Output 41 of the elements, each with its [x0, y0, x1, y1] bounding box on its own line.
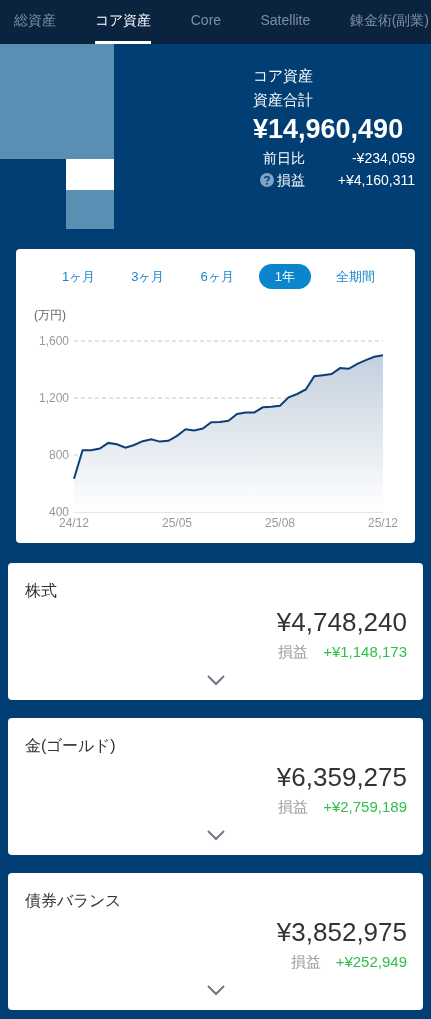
y-tick-label: 400: [48, 505, 69, 519]
tab[interactable]: Satellite: [260, 0, 311, 44]
help-icon[interactable]: [260, 173, 274, 187]
y-tick-label: 800: [48, 448, 69, 462]
tab[interactable]: 錬金術(副業): [349, 0, 429, 44]
axis-unit: (万円): [34, 307, 67, 323]
x-tick-label: 25/08: [265, 516, 295, 530]
row-label: 損益: [277, 171, 305, 190]
profit-label: 損益: [278, 797, 309, 817]
profit-value: +¥1,148,173: [323, 642, 407, 662]
x-tick-label: 25/05: [162, 516, 192, 530]
category-name: 株式: [25, 581, 58, 601]
profit-label: 損益: [278, 642, 309, 662]
category-amount: ¥6,359,275: [275, 761, 407, 794]
y-tick-label: 1,600: [38, 334, 69, 348]
category-name: 債券バランス: [25, 891, 122, 911]
profit-value: +¥252,949: [335, 952, 407, 972]
profit-label: 損益: [290, 952, 321, 972]
chevron-down-icon[interactable]: [206, 674, 226, 686]
period-button[interactable]: 3ヶ月: [120, 264, 176, 289]
summary-subtitle: 資産合計: [253, 90, 314, 110]
tab[interactable]: 総資産: [14, 0, 56, 44]
row-value: +¥4,160,311: [336, 171, 415, 190]
category-amount: ¥4,748,240: [275, 606, 407, 639]
profit-value: +¥2,759,189: [323, 797, 407, 817]
row-value: -¥234,059: [350, 149, 415, 168]
category-amount: ¥3,852,975: [275, 916, 407, 949]
summary-title: コア資産: [253, 66, 314, 86]
chevron-down-icon[interactable]: [206, 984, 226, 996]
y-tick-label: 1,200: [38, 391, 69, 405]
chevron-down-icon[interactable]: [206, 829, 226, 841]
x-tick-label: 24/12: [59, 516, 89, 530]
period-button[interactable]: 1ヶ月: [51, 264, 107, 289]
tab[interactable]: Core: [190, 0, 222, 44]
period-button[interactable]: 6ヶ月: [189, 264, 245, 289]
period-button[interactable]: 1年: [258, 264, 311, 289]
period-button[interactable]: 全期間: [324, 264, 386, 289]
x-tick-label: 25/12: [368, 516, 398, 530]
total-amount: ¥14,960,490: [253, 113, 405, 146]
category-name: 金(ゴールド): [25, 736, 117, 756]
row-label: 前日比: [263, 149, 305, 168]
